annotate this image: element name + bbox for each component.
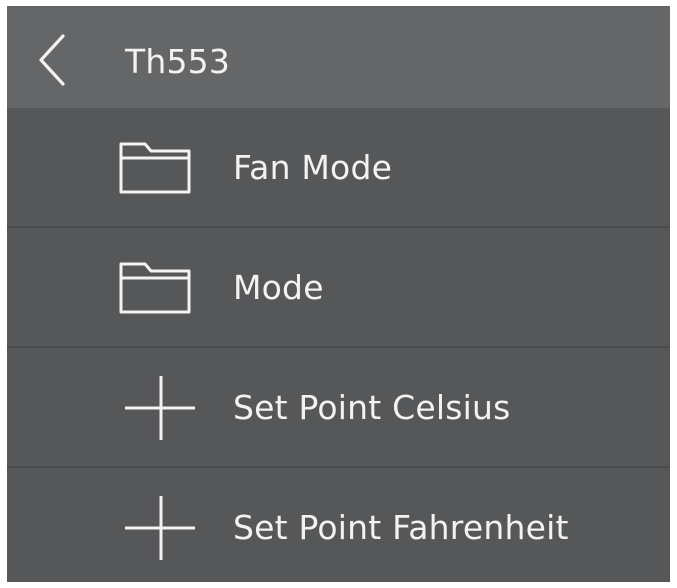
list-item-mode[interactable]: Mode <box>7 228 670 348</box>
chevron-left-icon <box>39 34 65 86</box>
list-item-set-point-celsius[interactable]: Set Point Celsius <box>7 348 670 468</box>
plus-icon <box>115 372 195 444</box>
list-item-label: Fan Mode <box>233 148 393 187</box>
list-item-set-point-fahrenheit[interactable]: Set Point Fahrenheit <box>7 468 670 582</box>
list-item-label: Mode <box>233 268 324 307</box>
menu-list: Fan Mode Mode Set Point Celsius Set Poin… <box>7 108 670 582</box>
page-title: Th553 <box>125 42 231 81</box>
thermostat-screen: Th553 Fan Mode Mode Set Point Celsius Se… <box>7 6 670 582</box>
folder-icon <box>115 132 195 204</box>
list-item-fan-mode[interactable]: Fan Mode <box>7 108 670 228</box>
plus-icon <box>115 492 195 564</box>
list-item-label: Set Point Celsius <box>233 388 511 427</box>
header-bar: Th553 <box>7 6 670 108</box>
folder-icon <box>115 252 195 324</box>
list-item-label: Set Point Fahrenheit <box>233 508 569 547</box>
back-button[interactable] <box>27 32 77 88</box>
